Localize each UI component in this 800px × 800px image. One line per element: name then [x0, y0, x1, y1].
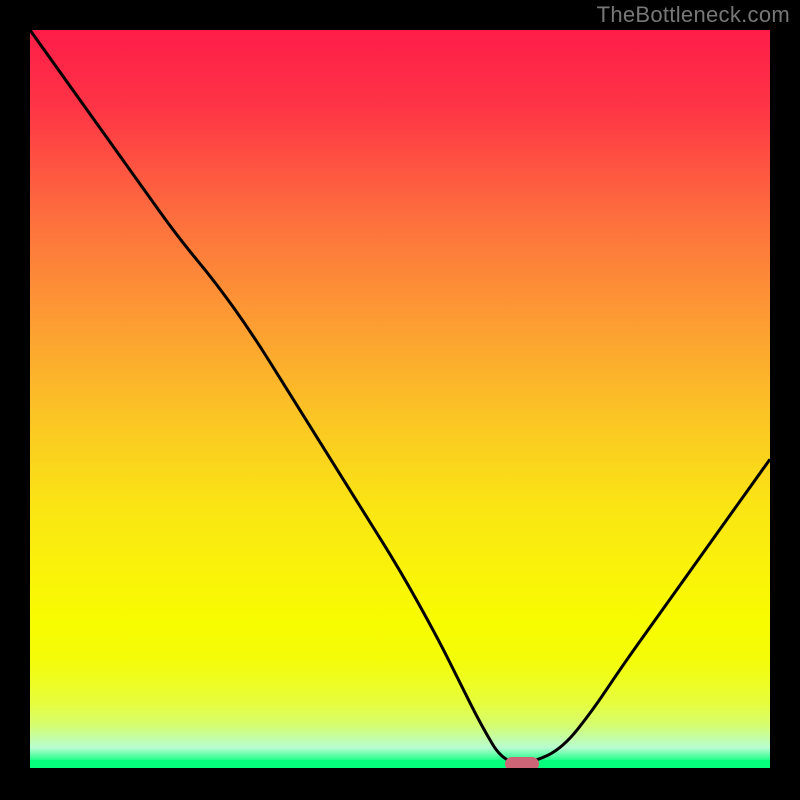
plot-area [30, 30, 770, 770]
curve-path [30, 30, 770, 763]
watermark-text: TheBottleneck.com [597, 2, 790, 28]
curve-svg [30, 30, 770, 770]
x-axis-line [30, 768, 770, 770]
page-root: TheBottleneck.com [0, 0, 800, 800]
